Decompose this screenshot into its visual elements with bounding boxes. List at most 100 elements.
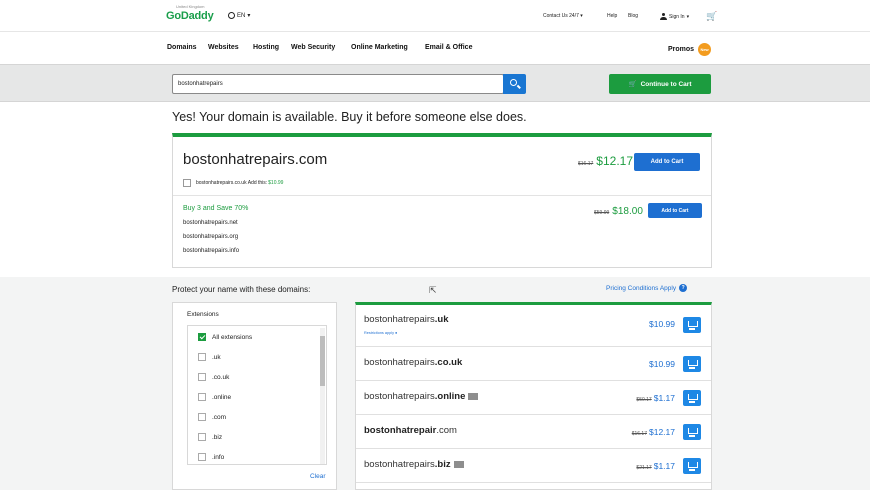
bundle-add-to-cart-button[interactable]: Add to Cart	[648, 203, 702, 218]
globe-icon	[228, 12, 235, 19]
filter-uk[interactable]: .uk	[198, 353, 221, 361]
nav-email-office[interactable]: Email & Office	[425, 44, 472, 51]
primary-old-price: $16.17	[578, 161, 594, 167]
filter-label: .uk	[212, 353, 221, 361]
filter-label: .online	[212, 393, 232, 401]
nav-websites[interactable]: Websites	[208, 44, 239, 51]
signin-label: Sign In	[669, 13, 685, 20]
contact-link[interactable]: Contact Us 24/7 ▾	[543, 13, 583, 19]
add-to-cart-button[interactable]: Add to Cart	[634, 153, 700, 171]
language-selector[interactable]: EN ▾	[228, 12, 250, 19]
add-cart-icon-button[interactable]	[683, 317, 701, 333]
continue-to-cart-button[interactable]: 🛒 Continue to Cart	[609, 74, 711, 94]
bundle-title: Buy 3 and Save 70%	[183, 205, 249, 212]
domain-row[interactable]: bostonhatrepairs.biz $21.17 $1.17	[356, 449, 711, 483]
restrictions-link[interactable]: Restrictions apply ●	[364, 331, 397, 335]
add-cart-icon-button[interactable]	[683, 356, 701, 372]
bundle-item: bostonhatrepairs.org	[183, 234, 239, 240]
promo-badge: New	[698, 43, 712, 56]
domain-price: $21.17 $1.17	[636, 461, 675, 471]
checkbox-icon	[198, 433, 206, 441]
filter-co-uk[interactable]: .co.uk	[198, 373, 229, 381]
cart-icon[interactable]: 🛒	[706, 11, 717, 22]
domain-row[interactable]: bostonhatrepair.com $16.17 $12.17	[356, 415, 711, 449]
old-price: $16.17	[631, 431, 647, 437]
blog-link[interactable]: Blog	[628, 13, 638, 19]
domain-name: bostonhatrepairs.online	[364, 391, 479, 402]
checkbox-checked-icon	[198, 333, 206, 341]
domain-name: bostonhatrepairs.biz	[364, 459, 464, 470]
domain-price: $10.99	[649, 359, 675, 369]
filter-label: .info	[212, 453, 225, 461]
addon-checkbox[interactable]	[183, 179, 191, 187]
domain-row[interactable]: bostonhatrepairs.online $50.17 $1.17	[356, 381, 711, 415]
filter-scrollbar[interactable]	[320, 328, 325, 464]
nav-hosting[interactable]: Hosting	[253, 44, 279, 51]
bundle-current-price: $18.00	[612, 206, 643, 217]
pricing-label: Pricing Conditions Apply	[606, 284, 677, 292]
domain-tld: .online	[434, 391, 466, 402]
new-badge-icon	[468, 392, 479, 400]
nav-domains[interactable]: Domains	[167, 44, 197, 51]
filter-online[interactable]: .online	[198, 393, 231, 401]
current-price: $1.17	[653, 461, 675, 471]
main-nav: Domains Websites Hosting Web Security On…	[0, 32, 870, 64]
help-link[interactable]: Help	[607, 13, 617, 19]
primary-domain: bostonhatrepairs.com	[183, 151, 328, 168]
add-cart-icon-button[interactable]	[683, 424, 701, 440]
filter-com[interactable]: .com	[198, 413, 226, 421]
domain-price: $16.17 $12.17	[632, 427, 675, 437]
domain-tld: .biz	[434, 459, 451, 470]
checkbox-icon	[198, 353, 206, 361]
signin-link[interactable]: Sign In ▾	[660, 13, 689, 20]
chevron-down-icon: ▾	[247, 13, 251, 19]
pricing-conditions-link[interactable]: Pricing Conditions Apply ?	[606, 284, 688, 292]
filters-title: Extensions	[187, 311, 219, 318]
domain-name: bostonhatrepair.com	[364, 425, 457, 436]
page: United Kingdom GoDaddy EN ▾ Contact Us 2…	[0, 0, 870, 490]
filter-label: .com	[212, 413, 227, 421]
domain-row[interactable]: bostonhatrepairs.co.uk $10.99	[356, 347, 711, 381]
primary-price: $16.17 $12.17	[578, 154, 633, 168]
promos-link[interactable]: Promos New	[668, 43, 712, 56]
addon-row: bostonhatrepairs.co.uk Add this: $10.99	[183, 179, 283, 187]
help-icon: ?	[679, 284, 688, 292]
domain-name: bostonhatrepairs.uk	[364, 314, 449, 325]
domain-base: bostonhatrepair	[364, 425, 437, 436]
bundle-item: bostonhatrepairs.net	[183, 220, 238, 226]
checkbox-icon	[198, 373, 206, 381]
continue-label: Continue to Cart	[640, 80, 692, 88]
add-cart-icon-button[interactable]	[683, 458, 701, 474]
domain-search-input[interactable]: bostonhatrepairs	[172, 74, 504, 94]
bundle-price: $59.99 $18.00	[594, 206, 643, 217]
new-badge-icon	[453, 460, 464, 468]
search-icon	[510, 79, 517, 86]
nav-online-marketing[interactable]: Online Marketing	[351, 44, 408, 51]
user-icon	[660, 13, 667, 20]
primary-current-price: $12.17	[596, 154, 633, 168]
clear-filters-link[interactable]: Clear	[310, 473, 326, 480]
domain-row[interactable]: bostonhatrepairs.uk Restrictions apply ●…	[356, 305, 711, 347]
primary-result-card: bostonhatrepairs.com bostonhatrepairs.co…	[172, 133, 712, 268]
godaddy-logo[interactable]: GoDaddy	[166, 10, 214, 22]
old-price: $21.17	[636, 465, 652, 471]
divider	[173, 195, 711, 196]
mouse-cursor-icon: ⇱	[429, 285, 437, 295]
search-button[interactable]	[503, 74, 526, 94]
nav-web-security[interactable]: Web Security	[291, 44, 335, 51]
scroll-thumb[interactable]	[320, 336, 325, 386]
domain-base: bostonhatrepairs	[364, 391, 435, 402]
domain-tld: .co.uk	[434, 357, 463, 368]
bundle-item: bostonhatrepairs.info	[183, 248, 240, 254]
search-band: bostonhatrepairs 🛒 Continue to Cart	[0, 64, 870, 102]
filter-all-extensions[interactable]: All extensions	[198, 333, 252, 341]
filter-biz[interactable]: .biz	[198, 433, 222, 441]
filter-label: .co.uk	[212, 373, 230, 381]
add-cart-icon-button[interactable]	[683, 390, 701, 406]
addon-price: $10.99	[268, 180, 284, 186]
filter-list[interactable]: All extensions .uk .co.uk .online .com .…	[187, 325, 327, 465]
filter-label: All extensions	[212, 333, 253, 341]
filter-info[interactable]: .info	[198, 453, 224, 461]
extensions-filter: Extensions All extensions .uk .co.uk .on…	[172, 302, 337, 490]
cart-icon: 🛒	[628, 81, 637, 88]
